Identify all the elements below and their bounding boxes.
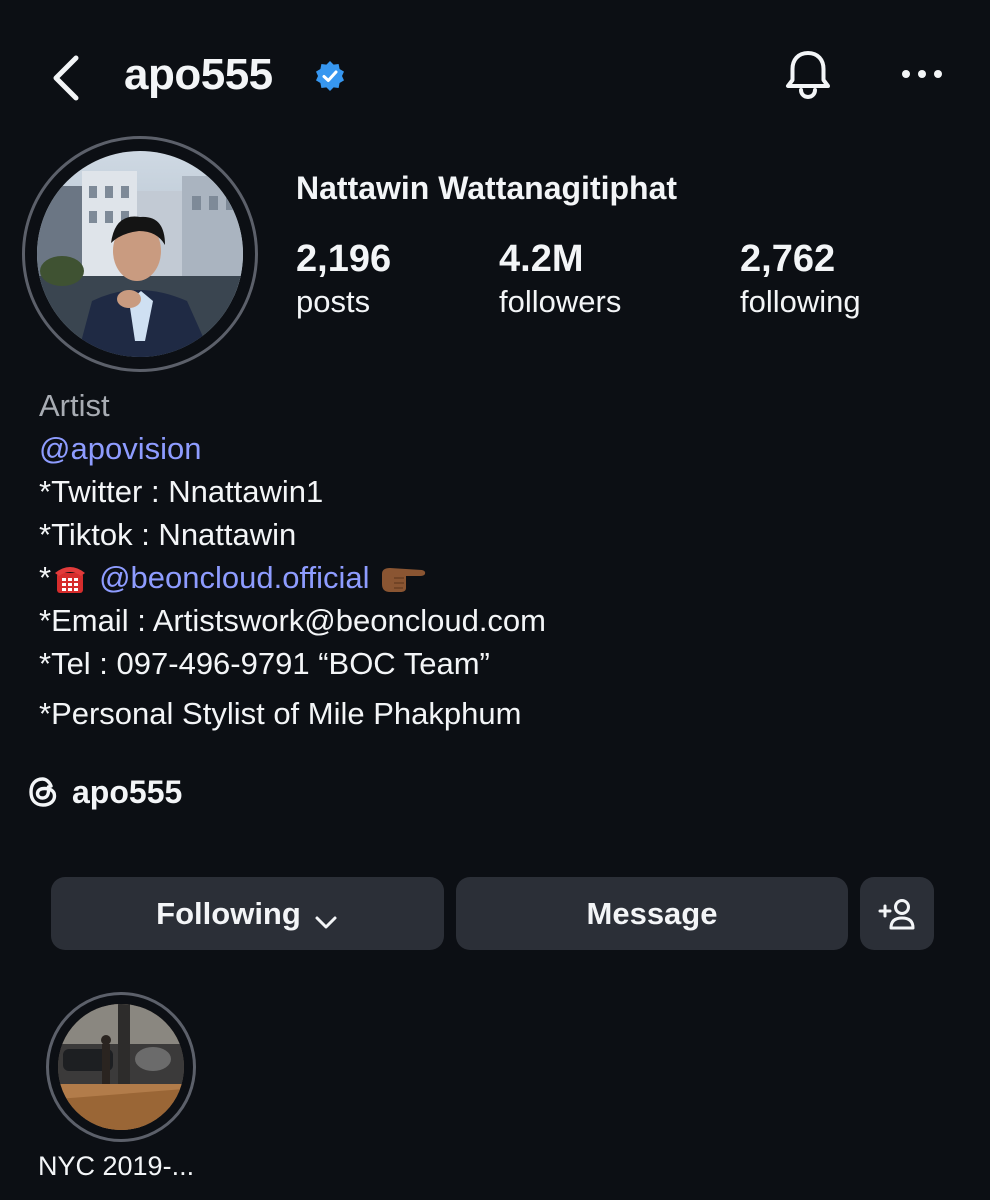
back-button[interactable] (44, 48, 94, 104)
threads-link[interactable]: apo555 (26, 769, 182, 815)
following-label: Following (156, 895, 301, 931)
add-person-icon (878, 898, 915, 929)
message-button[interactable]: Message (456, 877, 848, 950)
back-arrow-icon (53, 55, 79, 101)
posts-count: 2,196 (296, 238, 392, 280)
following-stat[interactable]: 2,762 following (740, 236, 861, 322)
bio-contact-line: * @beoncloud.official (39, 557, 426, 599)
bio-contact-prefix: * (39, 560, 52, 595)
more-icon (902, 70, 942, 78)
more-options-button[interactable] (896, 56, 948, 92)
threads-icon (26, 775, 60, 809)
posts-stat[interactable]: 2,196 posts (296, 236, 391, 322)
message-label: Message (586, 895, 718, 931)
telephone-icon (53, 561, 87, 595)
full-name: Nattawin Wattanagitiphat (296, 170, 678, 206)
bio-tiktok: *Tiktok : Nnattawin (39, 517, 297, 552)
threads-username: apo555 (72, 773, 183, 810)
followers-stat[interactable]: 4.2M followers (499, 236, 621, 322)
bio-stylist: *Personal Stylist of Mile Phakphum (39, 696, 522, 731)
story-highlight-label: NYC 2019-... (38, 1151, 195, 1181)
story-highlight-thumbnail[interactable] (58, 1004, 184, 1130)
pointing-hand-icon (380, 563, 426, 593)
profile-username: apo555 (124, 50, 273, 99)
chevron-down-icon (313, 904, 339, 928)
following-button[interactable]: Following (51, 877, 444, 950)
bio-twitter: *Twitter : Nnattawin1 (39, 474, 324, 509)
following-count: 2,762 (740, 238, 836, 280)
followers-label: followers (499, 284, 622, 319)
bio-mention-link[interactable]: @apovision (39, 428, 201, 470)
followers-count: 4.2M (499, 238, 584, 280)
bell-icon (786, 51, 830, 100)
notifications-button[interactable] (780, 46, 836, 102)
avatar[interactable] (37, 151, 243, 357)
bio-category: Artist (39, 388, 110, 423)
suggested-users-button[interactable] (860, 877, 934, 950)
posts-label: posts (296, 284, 371, 319)
bio-email: *Email : Artistswork@beoncloud.com (39, 603, 546, 638)
verified-badge-icon (314, 60, 346, 92)
bio-contact-link[interactable]: @beoncloud.official (99, 557, 369, 599)
bio-tel: *Tel : 097-496-9791 “BOC Team” (39, 646, 490, 681)
following-label: following (740, 284, 861, 319)
